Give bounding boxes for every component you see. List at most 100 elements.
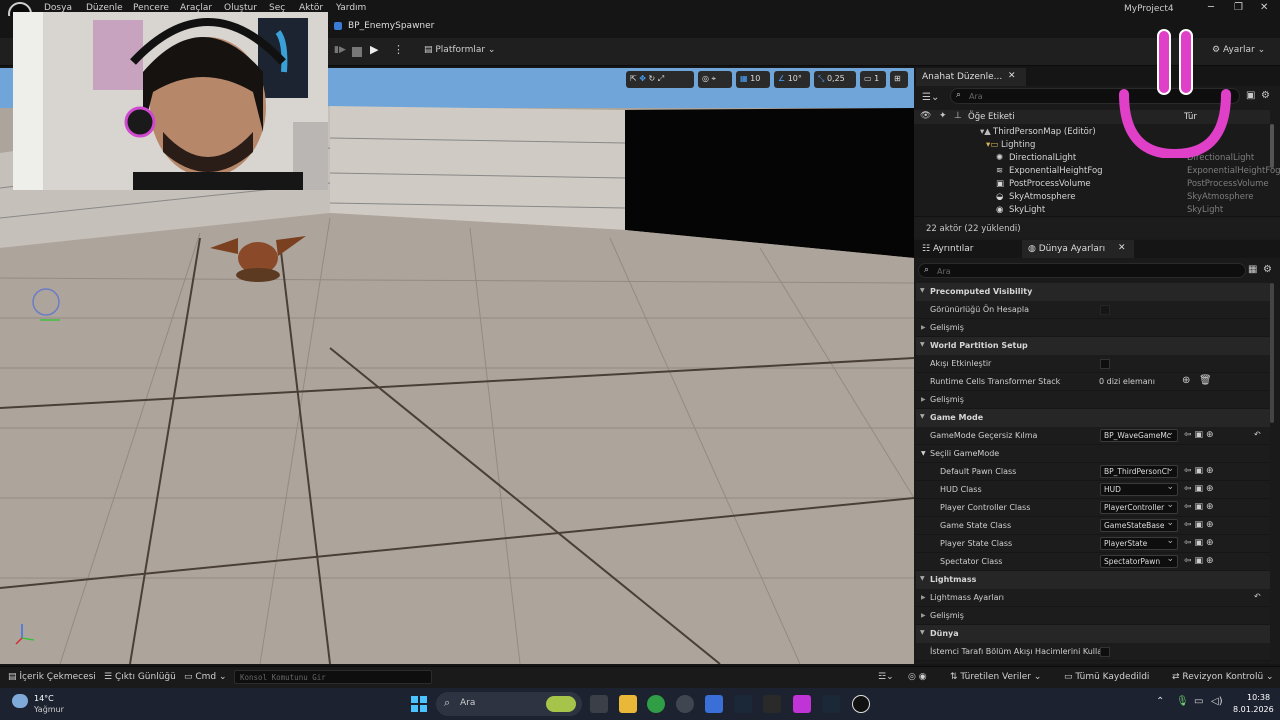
asset-actions[interactable]: ⇦▣⊕ (1184, 556, 1217, 566)
derived-data-button[interactable]: ⇅ Türetilen Veriler ⌄ (950, 672, 1041, 682)
folder-add-icon[interactable]: ▣ (1246, 90, 1255, 101)
client-streaming-checkbox[interactable] (1100, 647, 1110, 657)
advanced-group[interactable]: Gelişmiş (916, 607, 1270, 625)
section-lightmass[interactable]: Lightmass (916, 571, 1270, 589)
scale-snap[interactable]: ⤡ 0,25 (814, 71, 856, 88)
windows-start-icon[interactable] (411, 696, 427, 712)
filter-icon[interactable]: ☰⌄ (922, 92, 939, 103)
steam-icon[interactable] (734, 695, 752, 713)
console-input[interactable]: Konsol Komutunu Gir (234, 670, 432, 684)
list-item[interactable]: ▣ PostProcessVolume PostProcessVolume (914, 178, 1269, 191)
default-pawn-dropdown[interactable]: BP_ThirdPersonCl (1100, 465, 1178, 478)
maximize-icon[interactable]: ❐ (1234, 2, 1243, 13)
save-all-button[interactable]: ▭ Tümü Kaydedildi (1064, 672, 1149, 682)
rotation-snap[interactable]: ∠ 10° (774, 71, 810, 88)
github-icon[interactable] (676, 695, 694, 713)
section-world-partition[interactable]: World Partition Setup (916, 337, 1270, 355)
store-icon[interactable] (705, 695, 723, 713)
epic-games-icon[interactable] (763, 695, 781, 713)
tab-details[interactable]: ☷ Ayrıntılar (916, 240, 1020, 258)
close-icon[interactable]: ✕ (1118, 243, 1126, 253)
move-icon[interactable]: ✥ (639, 74, 646, 83)
tab-world-settings[interactable]: ◍ Dünya Ayarları ✕ (1022, 240, 1134, 258)
unreal-engine-icon[interactable] (852, 695, 870, 713)
volume-icon[interactable]: ◁) (1211, 696, 1223, 707)
clock-time[interactable]: 10:38 (1247, 693, 1270, 702)
section-game-mode[interactable]: Game Mode (916, 409, 1270, 427)
close-icon[interactable]: ✕ (1260, 2, 1268, 13)
settings-gear-icon[interactable]: ⚙ (1263, 264, 1272, 275)
outliner-scrollbar[interactable] (1270, 124, 1274, 168)
close-icon[interactable]: ✕ (1008, 71, 1016, 81)
expand-icon[interactable]: ▼ (921, 450, 926, 457)
rotate-icon[interactable]: ↻ (649, 74, 656, 83)
taskbar-search[interactable]: ⌕ Ara (436, 692, 582, 716)
viewport-layout-icon[interactable]: ⊞ (890, 71, 908, 88)
transform-tools[interactable]: ⇱ ✥ ↻ ⤢ (626, 71, 694, 88)
play-icon[interactable]: ▶ (370, 43, 378, 57)
asset-actions[interactable]: ⇦▣⊕ (1184, 538, 1217, 548)
scale-icon[interactable]: ⤢ (658, 74, 664, 83)
asset-actions[interactable]: ⇦▣⊕ (1184, 466, 1217, 476)
asset-actions[interactable]: ⇦▣⊕ (1184, 502, 1217, 512)
lock-icon[interactable]: ⊥ (954, 111, 962, 121)
output-log-button[interactable]: ☰ Çıktı Günlüğü (104, 672, 176, 682)
list-item[interactable]: ≋ ExponentialHeightFog ExponentialHeight… (914, 165, 1280, 178)
asset-actions[interactable]: ⇦▣⊕ (1184, 430, 1217, 440)
more-options-icon[interactable]: ⋮ (393, 43, 404, 57)
revision-control-button[interactable]: ⇄ Revizyon Kontrolü ⌄ (1172, 672, 1274, 682)
lightmass-settings-group[interactable]: Lightmass Ayarları ↶ (916, 589, 1270, 607)
gamemode-override-dropdown[interactable]: BP_WaveGameMc (1100, 429, 1178, 442)
pin-icon[interactable]: ✦ (939, 111, 947, 121)
content-drawer-button[interactable]: ▤ İçerik Çekmecesi (8, 672, 96, 682)
trash-icon[interactable]: 🗑 (1199, 375, 1212, 386)
add-element-icon[interactable]: ⊕ (1182, 375, 1190, 386)
network-icon[interactable]: ▭ (1194, 696, 1203, 707)
reset-icon[interactable]: ↶ (1254, 430, 1261, 439)
tray-chevron-icon[interactable]: ⌃ (1156, 696, 1164, 707)
advanced-group[interactable]: Gelişmiş (916, 391, 1270, 409)
tab-outliner[interactable]: Anahat Düzenle... ✕ (916, 68, 1026, 86)
chrome-icon[interactable] (647, 695, 665, 713)
file-explorer-icon[interactable] (619, 695, 637, 713)
grid-snap[interactable]: ▦ 10 (736, 71, 770, 88)
precompute-checkbox[interactable] (1100, 305, 1110, 315)
enable-streaming-checkbox[interactable] (1100, 359, 1110, 369)
reset-icon[interactable]: ↶ (1254, 592, 1261, 601)
source-control-icon[interactable]: ◎ ◉ (908, 672, 927, 682)
tab-bp-enemyspawner[interactable]: BP_EnemySpawner (330, 18, 440, 36)
select-icon[interactable]: ⇱ (630, 74, 637, 83)
task-view-icon[interactable] (590, 695, 608, 713)
temperature[interactable]: 14°C (34, 694, 54, 703)
stop-icon[interactable] (352, 47, 362, 57)
section-precomputed-visibility[interactable]: Precomputed Visibility (916, 283, 1270, 301)
details-search[interactable]: ⌕ Ara (918, 263, 1246, 278)
player-state-dropdown[interactable]: PlayerState (1100, 537, 1178, 550)
weather-icon[interactable] (12, 694, 28, 708)
details-scrollbar[interactable] (1270, 283, 1274, 423)
list-item[interactable]: ◉ SkyLight SkyLight (914, 204, 1269, 214)
trace-icon[interactable]: ☲⌄ (878, 672, 894, 682)
steam-alt-icon[interactable] (822, 695, 840, 713)
clock-date[interactable]: 8.01.2026 (1233, 705, 1274, 714)
skip-icon[interactable]: ▮▶ (334, 45, 346, 59)
visibility-eye-icon[interactable]: 👁 (920, 111, 931, 121)
section-world[interactable]: Dünya (916, 625, 1270, 643)
spectator-dropdown[interactable]: SpectatorPawn (1100, 555, 1178, 568)
advanced-group[interactable]: Gelişmiş (916, 319, 1270, 337)
camera-speed[interactable]: ▭ 1 (860, 71, 886, 88)
asset-actions[interactable]: ⇦▣⊕ (1184, 520, 1217, 530)
minimize-icon[interactable]: ─ (1208, 2, 1214, 13)
twitch-icon[interactable] (793, 695, 811, 713)
table-view-icon[interactable]: ▦ (1248, 264, 1257, 275)
list-item[interactable]: ◒ SkyAtmosphere SkyAtmosphere (914, 191, 1269, 204)
player-controller-dropdown[interactable]: PlayerController (1100, 501, 1178, 514)
column-item-label[interactable]: Öğe Etiketi (968, 112, 1015, 122)
platforms-button[interactable]: ▤ Platformlar ⌄ (424, 45, 495, 59)
game-state-dropdown[interactable]: GameStateBase (1100, 519, 1178, 532)
hud-class-dropdown[interactable]: HUD (1100, 483, 1178, 496)
asset-actions[interactable]: ⇦▣⊕ (1184, 484, 1217, 494)
mic-icon[interactable]: 🎙 (1176, 696, 1189, 707)
menu-help[interactable]: Yardım (336, 3, 366, 13)
coordinate-space[interactable]: ◎ ⌖ (698, 71, 732, 88)
